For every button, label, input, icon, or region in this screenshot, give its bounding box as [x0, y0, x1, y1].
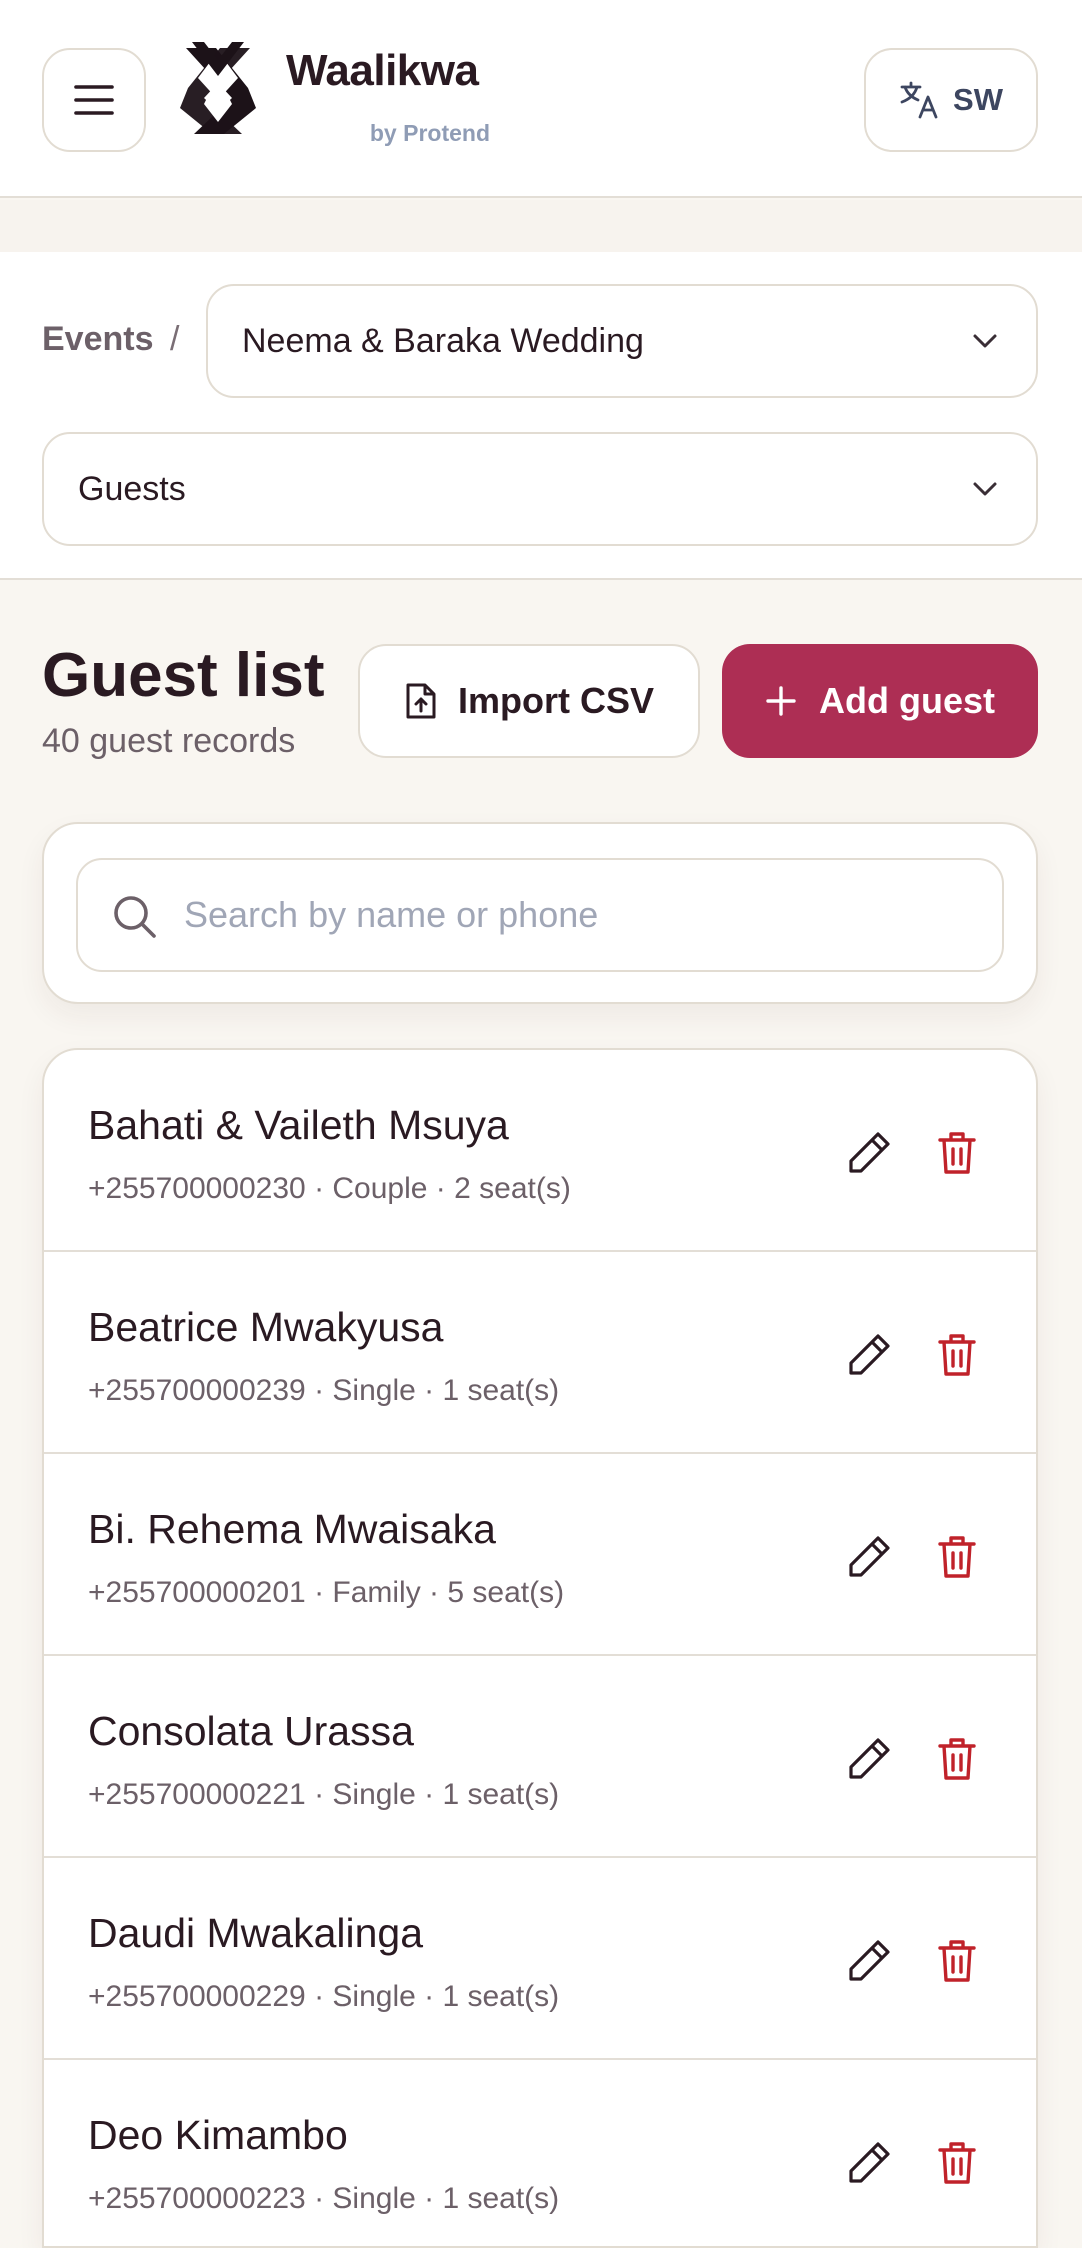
trash-icon	[938, 1132, 976, 1174]
plus-icon	[766, 686, 796, 716]
trash-icon	[938, 2142, 976, 2184]
guest-details: +255700000229 · Single · 1 seat(s)	[88, 1980, 560, 2013]
pencil-icon	[849, 1738, 890, 1779]
delete-guest-button[interactable]	[932, 2138, 982, 2188]
trash-icon	[938, 1334, 976, 1376]
edit-guest-button[interactable]	[844, 2138, 894, 2188]
breadcrumb-separator: /	[170, 320, 180, 358]
guest-name: Beatrice Mwakyusa	[88, 1304, 444, 1350]
import-csv-label: Import CSV	[457, 680, 654, 721]
event-navigation: Events / Neema & Baraka Wedding Guests	[0, 252, 1082, 580]
file-upload-icon	[406, 683, 436, 719]
search-icon	[114, 896, 156, 938]
chevron-down-icon	[973, 334, 997, 348]
guest-name: Bi. Rehema Mwaisaka	[88, 1506, 496, 1552]
section-select[interactable]: Guests	[42, 432, 1038, 546]
language-switcher[interactable]: SW	[864, 48, 1038, 152]
edit-guest-button[interactable]	[844, 1532, 894, 1582]
chevron-down-icon	[973, 482, 997, 496]
guest-row[interactable]: Bahati & Vaileth Msuya +255700000230 · C…	[44, 1050, 1036, 1252]
trash-icon	[938, 1536, 976, 1578]
add-guest-label: Add guest	[819, 680, 995, 721]
translate-icon	[900, 81, 938, 119]
pencil-icon	[849, 1334, 890, 1375]
delete-guest-button[interactable]	[932, 1734, 982, 1784]
event-select[interactable]: Neema & Baraka Wedding	[206, 284, 1038, 398]
edit-guest-button[interactable]	[844, 1330, 894, 1380]
guest-name: Daudi Mwakalinga	[88, 1910, 424, 1956]
guest-row[interactable]: Beatrice Mwakyusa +255700000239 · Single…	[44, 1252, 1036, 1454]
pencil-icon	[849, 1940, 890, 1981]
pencil-icon	[849, 1536, 890, 1577]
trash-icon	[938, 1940, 976, 1982]
guest-details: +255700000230 · Couple · 2 seat(s)	[88, 1172, 571, 1205]
menu-icon	[74, 85, 114, 115]
guest-name: Bahati & Vaileth Msuya	[88, 1102, 509, 1148]
page-title: Guest list	[42, 641, 325, 710]
edit-guest-button[interactable]	[844, 1734, 894, 1784]
search-input[interactable]	[184, 880, 984, 950]
import-csv-button[interactable]: Import CSV	[358, 644, 700, 758]
search-field[interactable]	[76, 858, 1004, 972]
guest-row[interactable]: Bi. Rehema Mwaisaka +255700000201 · Fami…	[44, 1454, 1036, 1656]
edit-guest-button[interactable]	[844, 1936, 894, 1986]
app-header: Waalikwa by Protend SW	[0, 0, 1082, 198]
guest-name: Deo Kimambo	[88, 2112, 348, 2158]
language-label: SW	[953, 82, 1003, 117]
event-select-value: Neema & Baraka Wedding	[242, 321, 644, 360]
guest-details: +255700000239 · Single · 1 seat(s)	[88, 1374, 560, 1407]
guest-row[interactable]: Daudi Mwakalinga +255700000229 · Single …	[44, 1858, 1036, 2060]
section-select-value: Guests	[78, 469, 186, 508]
edit-guest-button[interactable]	[844, 1128, 894, 1178]
menu-button[interactable]	[42, 48, 146, 152]
breadcrumb-events-link[interactable]: Events	[42, 320, 154, 359]
guest-name: Consolata Urassa	[88, 1708, 414, 1754]
guest-list: Bahati & Vaileth Msuya +255700000230 · C…	[42, 1048, 1038, 2248]
guest-details: +255700000221 · Single · 1 seat(s)	[88, 1778, 560, 1811]
guest-row[interactable]: Deo Kimambo +255700000223 · Single · 1 s…	[44, 2060, 1036, 2246]
pencil-icon	[849, 2142, 890, 2183]
delete-guest-button[interactable]	[932, 1128, 982, 1178]
logo-mark	[180, 42, 256, 134]
guest-details: +255700000201 · Family · 5 seat(s)	[88, 1576, 565, 1609]
delete-guest-button[interactable]	[932, 1936, 982, 1986]
pencil-icon	[849, 1132, 890, 1173]
guest-details: +255700000223 · Single · 1 seat(s)	[88, 2182, 560, 2215]
guest-row[interactable]: Consolata Urassa +255700000221 · Single …	[44, 1656, 1036, 1858]
guest-count: 40 guest records	[42, 722, 296, 760]
header-spacer	[0, 200, 1082, 252]
brand-name: Waalikwa	[286, 46, 479, 95]
add-guest-button[interactable]: Add guest	[722, 644, 1038, 758]
delete-guest-button[interactable]	[932, 1330, 982, 1380]
search-panel	[42, 822, 1038, 1004]
brand-byline: by Protend	[369, 120, 490, 146]
delete-guest-button[interactable]	[932, 1532, 982, 1582]
trash-icon	[938, 1738, 976, 1780]
